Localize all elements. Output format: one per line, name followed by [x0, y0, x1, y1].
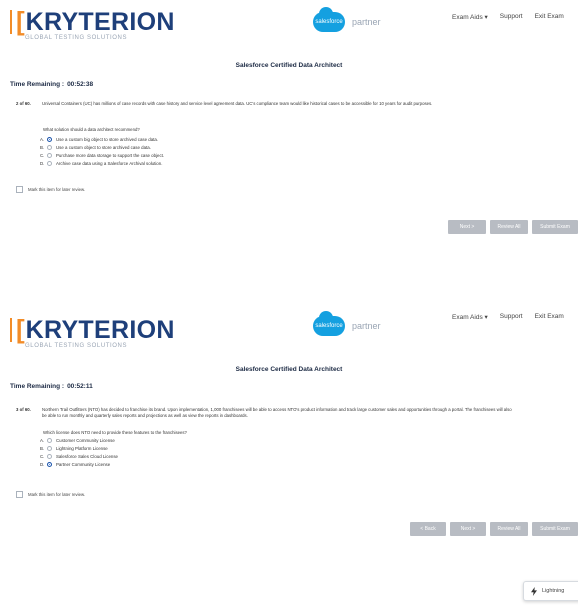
- next-button[interactable]: Next >: [450, 522, 486, 536]
- question-prompt: Which license does NTO need to provide t…: [43, 430, 187, 435]
- radio[interactable]: [47, 160, 52, 166]
- option-text: Archive case data using a Salesforce Arc…: [56, 160, 163, 166]
- option-letter: D.: [40, 160, 45, 166]
- option-letter: A.: [40, 136, 45, 142]
- option-a[interactable]: A. Customer Community License: [40, 436, 118, 444]
- option-text: Customer Community License: [56, 437, 115, 443]
- option-text: Partner Community License: [56, 461, 111, 467]
- time-label: Time Remaining :: [10, 383, 65, 390]
- logo-text: KRYTERION: [25, 8, 175, 36]
- option-letter: D.: [40, 461, 45, 467]
- logo-bar: [10, 318, 12, 342]
- salesforce-partner-logo: salesforce partner: [313, 311, 381, 336]
- back-button[interactable]: < Back: [410, 522, 446, 536]
- review-all-button[interactable]: Review All: [490, 220, 528, 234]
- nav-buttons: Next > Review All Submit Exam: [448, 220, 578, 234]
- exam-title: Salesforce Certified Data Architect: [235, 62, 343, 69]
- radio[interactable]: [47, 453, 52, 459]
- mark-review-label: Mark this item for later review.: [28, 187, 86, 192]
- radio-selected[interactable]: [47, 136, 52, 142]
- mark-for-review[interactable]: Mark this item for later review.: [16, 186, 85, 193]
- submit-exam-button[interactable]: Submit Exam: [532, 220, 578, 234]
- option-b[interactable]: B. Use a custom object to store archived…: [40, 143, 164, 151]
- salesforce-cloud-icon: salesforce: [313, 311, 345, 336]
- salesforce-cloud-icon: salesforce: [313, 7, 345, 32]
- submit-exam-button[interactable]: Submit Exam: [532, 522, 578, 536]
- exam-aids-link[interactable]: Exam Aids ▾: [452, 13, 488, 21]
- question: 2 of 60. Universal Containers (UC) has m…: [16, 101, 516, 115]
- option-b[interactable]: B. Lightning Platform License: [40, 444, 118, 452]
- logo-bracket: [: [16, 6, 25, 36]
- option-d[interactable]: D. Partner Community License: [40, 460, 118, 468]
- exam-title: Salesforce Certified Data Architect: [235, 366, 343, 373]
- exit-exam-link[interactable]: Exit Exam: [535, 13, 564, 21]
- radio[interactable]: [47, 437, 52, 443]
- radio-selected[interactable]: [47, 461, 52, 467]
- next-button[interactable]: Next >: [448, 220, 486, 234]
- question-number: 3 of 60.: [16, 407, 31, 412]
- option-letter: C.: [40, 152, 45, 158]
- support-link[interactable]: Support: [500, 313, 523, 321]
- option-letter: B.: [40, 445, 45, 451]
- radio[interactable]: [47, 445, 52, 451]
- option-text: Purchase more data storage to support th…: [56, 152, 165, 158]
- lightning-pill[interactable]: Lightning: [523, 581, 578, 601]
- option-a[interactable]: A. Use a custom big object to store arch…: [40, 135, 164, 143]
- salesforce-partner-logo: salesforce partner: [313, 7, 381, 32]
- option-letter: C.: [40, 453, 45, 459]
- option-d[interactable]: D. Archive case data using a Salesforce …: [40, 159, 164, 167]
- logo-bar: [10, 10, 12, 34]
- radio[interactable]: [47, 152, 52, 158]
- top-links: Exam Aids ▾ Support Exit Exam: [452, 13, 564, 21]
- top-links: Exam Aids ▾ Support Exit Exam: [452, 313, 564, 321]
- question-prompt: What solution should a data architect re…: [43, 127, 140, 132]
- exam-screen-2: [ KRYTERION GLOBAL TESTING SOLUTIONS sal…: [0, 300, 578, 607]
- time-value: 00:52:11: [67, 383, 93, 390]
- option-letter: B.: [40, 144, 45, 150]
- option-letter: A.: [40, 437, 45, 443]
- mark-for-review[interactable]: Mark this item for later review.: [16, 491, 85, 498]
- lightning-label: Lightning: [542, 588, 565, 594]
- partner-label: partner: [352, 321, 381, 331]
- question-text: Universal Containers (UC) has millions o…: [42, 101, 433, 106]
- nav-buttons: < Back Next > Review All Submit Exam: [410, 522, 578, 536]
- question-text: Northern Trail Outfitters (NTO) has deci…: [42, 407, 512, 418]
- question-number: 2 of 60.: [16, 101, 31, 106]
- review-all-button[interactable]: Review All: [490, 522, 528, 536]
- kryterion-logo: [ KRYTERION GLOBAL TESTING SOLUTIONS: [10, 316, 175, 349]
- logo-text: KRYTERION: [25, 316, 175, 344]
- exam-aids-link[interactable]: Exam Aids ▾: [452, 313, 488, 321]
- mark-review-checkbox[interactable]: [16, 186, 23, 193]
- option-c[interactable]: C. Salesforce Sales Cloud License: [40, 452, 118, 460]
- support-link[interactable]: Support: [500, 13, 523, 21]
- kryterion-logo: [ KRYTERION GLOBAL TESTING SOLUTIONS: [10, 8, 175, 41]
- option-text: Salesforce Sales Cloud License: [56, 453, 118, 459]
- option-text: Lightning Platform License: [56, 445, 108, 451]
- answer-options: A. Customer Community License B. Lightni…: [40, 436, 118, 468]
- option-text: Use a custom big object to store archive…: [56, 136, 159, 142]
- mark-review-checkbox[interactable]: [16, 491, 23, 498]
- radio[interactable]: [47, 144, 52, 150]
- mark-review-label: Mark this item for later review.: [28, 492, 86, 497]
- time-remaining: Time Remaining :00:52:38: [10, 81, 93, 88]
- partner-label: partner: [352, 17, 381, 27]
- answer-options: A. Use a custom big object to store arch…: [40, 135, 164, 167]
- option-text: Use a custom object to store archived ca…: [56, 144, 151, 150]
- time-label: Time Remaining :: [10, 81, 65, 88]
- logo-bracket: [: [16, 314, 25, 344]
- time-remaining: Time Remaining :00:52:11: [10, 383, 93, 390]
- lightning-bolt-icon: [531, 586, 537, 596]
- question: 3 of 60. Northern Trail Outfitters (NTO)…: [16, 407, 516, 421]
- exit-exam-link[interactable]: Exit Exam: [535, 313, 564, 321]
- time-value: 00:52:38: [67, 81, 94, 88]
- exam-screen-1: [ KRYTERION GLOBAL TESTING SOLUTIONS sal…: [0, 0, 578, 300]
- option-c[interactable]: C. Purchase more data storage to support…: [40, 151, 164, 159]
